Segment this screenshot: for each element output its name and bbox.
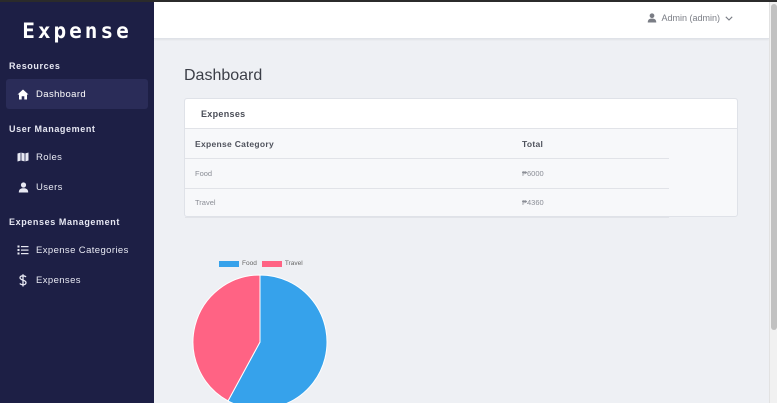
cell-total: ₱6000 (522, 158, 669, 189)
cell-category: Travel (185, 188, 522, 218)
legend-item-travel[interactable]: Travel (261, 260, 303, 267)
sidebar-item-roles[interactable]: Roles (6, 142, 148, 172)
sidebar-section-user-management: User Management (9, 124, 96, 134)
sidebar-item-label: Dashboard (36, 88, 87, 100)
table-row: Food ₱6000 (185, 158, 669, 189)
map-icon (16, 150, 30, 164)
expenses-pie-chart (192, 274, 328, 403)
column-header-total: Total (522, 129, 669, 159)
page-scrollbar[interactable] (769, 2, 777, 403)
expenses-card: Expenses Expense Category Total Food ₱60… (184, 98, 738, 218)
sidebar-section-expenses-management: Expenses Management (9, 217, 120, 227)
dollar-icon (16, 273, 30, 287)
user-icon (647, 13, 657, 23)
user-menu[interactable]: Admin (admin) (647, 13, 733, 23)
chart-legend: Food Travel (219, 260, 308, 267)
card-title: Expenses (185, 99, 737, 129)
legend-swatch-food (219, 260, 239, 267)
user-menu-label: Admin (admin) (661, 13, 720, 23)
expenses-table: Expense Category Total Food ₱6000 Travel… (185, 129, 669, 218)
page-title: Dashboard (184, 67, 263, 84)
sidebar-item-label: Expense Categories (36, 244, 129, 256)
sidebar-item-expense-categories[interactable]: Expense Categories (6, 235, 148, 265)
sidebar-item-label: Expenses (36, 274, 81, 286)
chevron-down-icon (725, 15, 733, 21)
sidebar-section-resources: Resources (9, 61, 61, 71)
home-icon (16, 87, 30, 101)
legend-item-food[interactable]: Food (219, 260, 257, 267)
sidebar-item-label: Roles (36, 151, 63, 163)
sidebar-item-label: Users (36, 181, 63, 193)
sidebar: Expense Resources Dashboard User Managem… (0, 2, 154, 403)
table-row: Travel ₱4360 (185, 188, 669, 218)
topbar: Admin (admin) (154, 2, 769, 39)
column-header-category: Expense Category (185, 129, 522, 159)
legend-label: Travel (284, 260, 303, 267)
app-frame: Expense Resources Dashboard User Managem… (0, 2, 777, 403)
sidebar-item-expenses[interactable]: Expenses (6, 265, 148, 295)
cell-total: ₱4360 (522, 188, 669, 218)
list-icon (16, 243, 30, 257)
cell-category: Food (185, 158, 522, 189)
sidebar-item-dashboard[interactable]: Dashboard (6, 79, 148, 109)
legend-label: Food (242, 260, 257, 267)
user-icon (16, 180, 30, 194)
sidebar-item-users[interactable]: Users (6, 172, 148, 202)
legend-swatch-travel (261, 260, 282, 267)
brand-logo[interactable]: Expense (0, 2, 154, 60)
scrollbar-thumb[interactable] (771, 4, 777, 330)
table-header-row: Expense Category Total (185, 129, 669, 159)
